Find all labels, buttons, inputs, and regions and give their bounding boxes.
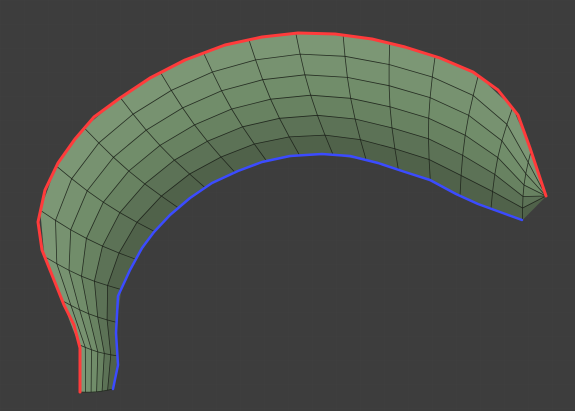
mesh-face[interactable] — [295, 32, 346, 57]
3d-viewport[interactable] — [0, 0, 575, 411]
mesh-face[interactable] — [84, 346, 92, 393]
viewport-canvas[interactable] — [0, 0, 575, 411]
mesh-face[interactable] — [304, 74, 352, 99]
mesh-face[interactable] — [299, 53, 348, 78]
